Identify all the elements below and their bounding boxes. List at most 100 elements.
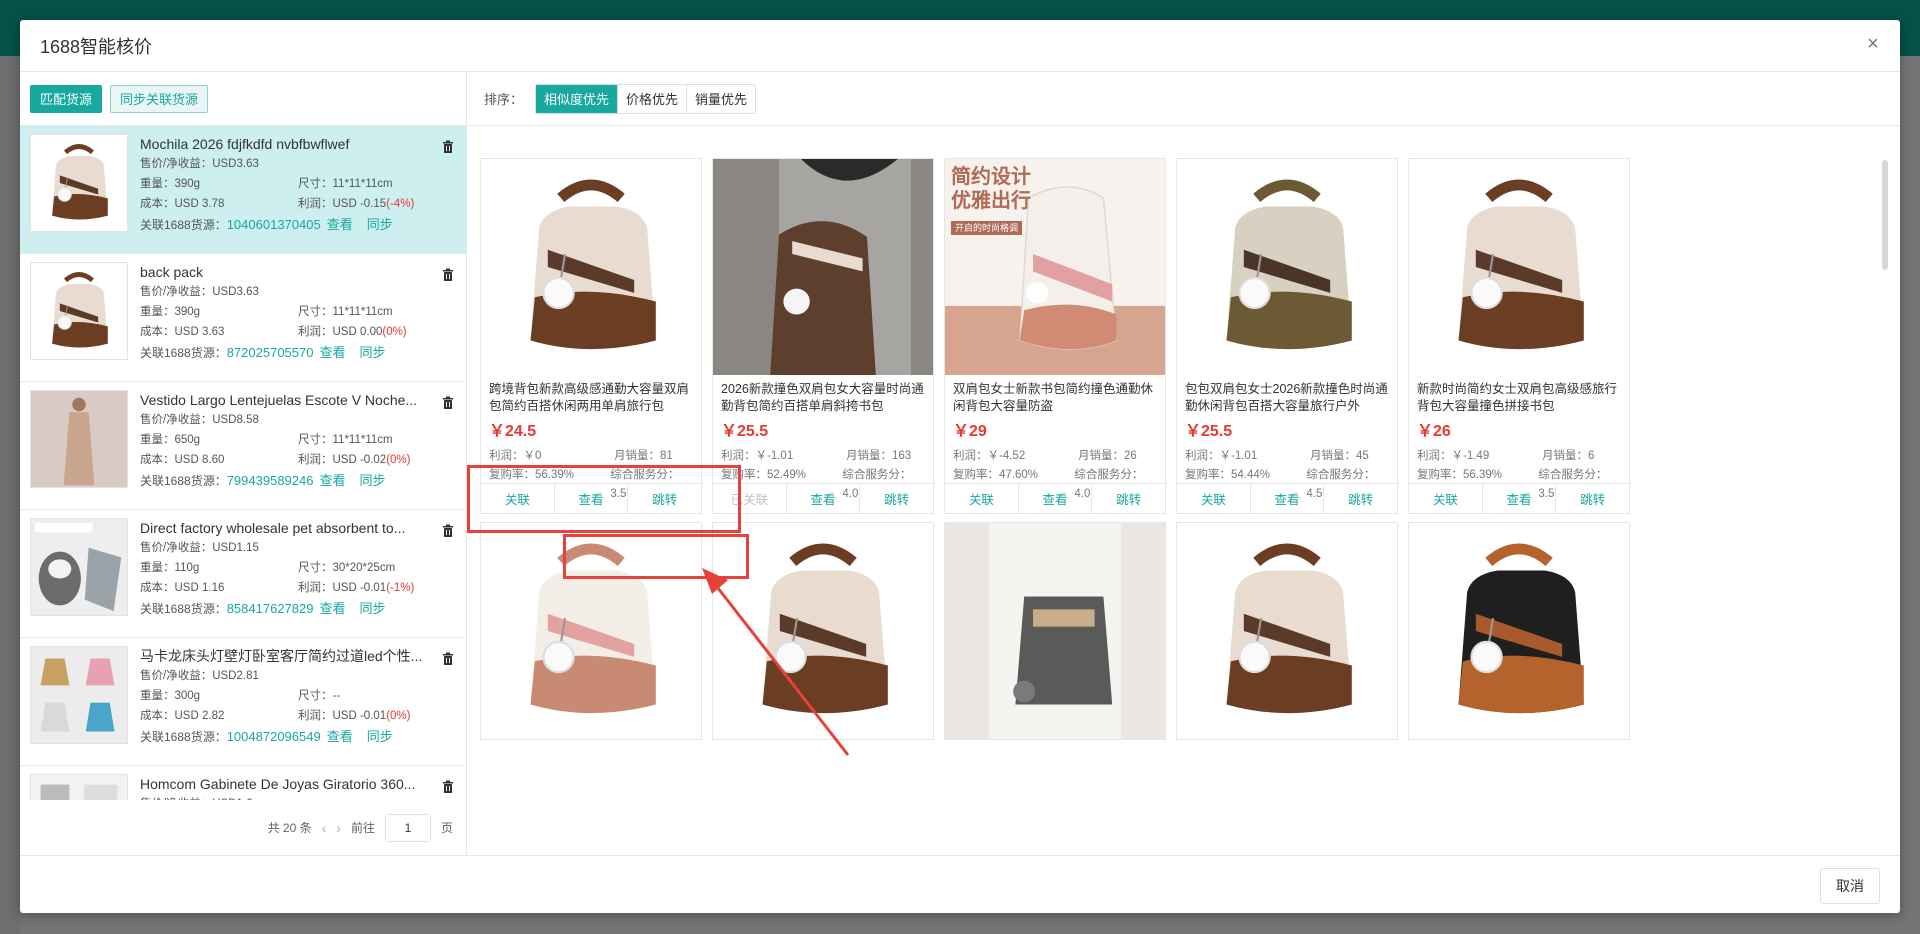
- source-card[interactable]: 简约设计 优雅出行 开启的时尚格调 双肩包女士新款书包简约撞色通勤休闲背包大容量…: [944, 158, 1166, 514]
- card-image[interactable]: [713, 159, 933, 375]
- view-link[interactable]: 查看: [319, 473, 345, 488]
- product-title: Homcom Gabinete De Joyas Giratorio 360..…: [140, 776, 416, 792]
- card-image[interactable]: 简约设计 优雅出行 开启的时尚格调: [945, 159, 1165, 375]
- product-profit: 利润：USD -0.02(0%): [298, 450, 410, 470]
- product-cost-line: 成本：USD 3.78 利润：USD -0.15(-4%): [140, 194, 440, 214]
- product-profit-percent: (-1%): [386, 582, 415, 594]
- product-item[interactable]: 马卡龙床头灯壁灯卧室客厅简约过道led个性... 售价/净收益：USD2.81 …: [20, 638, 467, 766]
- sync-linked-source-button[interactable]: 同步关联货源: [110, 84, 209, 113]
- linked-source-label: 关联1688货源：: [140, 474, 227, 488]
- annotation-box-actions: [563, 534, 749, 579]
- product-item[interactable]: Direct factory wholesale pet absorbent t…: [20, 510, 467, 638]
- product-item[interactable]: back pack 售价/净收益：USD3.63 重量：390g 尺寸：11*11…: [20, 254, 467, 382]
- linked-source-label: 关联1688货源：: [140, 218, 227, 232]
- delete-icon[interactable]: [441, 780, 455, 794]
- cancel-button[interactable]: 取消: [1820, 868, 1880, 904]
- close-icon[interactable]: ×: [1862, 34, 1884, 56]
- product-price-line: 售价/净收益：USD8.58: [140, 410, 440, 430]
- source-card[interactable]: 新款时尚简约女士双肩包高级感旅行背包大容量撞色拼接书包 ￥26 利润：￥-1.4…: [1408, 158, 1630, 514]
- sort-price-button[interactable]: 价格优先: [618, 84, 688, 113]
- card-image[interactable]: [1409, 159, 1629, 375]
- card-stats: 利润：￥-4.52 月销量：26 复购率：47.60% 综合服务分：4.0: [953, 447, 1157, 504]
- page-number-input[interactable]: 1: [384, 813, 431, 842]
- view-link[interactable]: 查看: [319, 601, 345, 616]
- product-cost: 成本：USD 2.82: [140, 710, 225, 722]
- product-profit: 利润：USD -0.01(-1%): [298, 578, 414, 598]
- sync-link[interactable]: 同步: [367, 217, 393, 232]
- source-card[interactable]: [944, 522, 1166, 740]
- source-card[interactable]: 包包双肩包女士2026新款撞色时尚通勤休闲背包百搭大容量旅行户外 ￥25.5 利…: [1176, 158, 1398, 514]
- match-source-button[interactable]: 匹配货源: [30, 84, 103, 113]
- product-cost-line: 成本：USD 8.60 利润：USD -0.02(0%): [140, 450, 440, 470]
- product-title: back pack: [140, 264, 204, 280]
- card-price: ￥26: [1417, 423, 1451, 440]
- product-list: Mochila 2026 fdjfkdfd nvbfbwflwef 售价/净收益…: [20, 126, 467, 800]
- source-card[interactable]: 跨境背包新款高级感通勤大容量双肩包简约百搭休闲两用单肩旅行包 ￥24.5 利润：…: [480, 158, 702, 514]
- linked-source-id[interactable]: 872025705570: [227, 345, 314, 360]
- card-stats: 利润：￥-1.49 月销量：6 复购率：56.39% 综合服务分：3.5: [1417, 447, 1621, 504]
- annotation-box-stats: [467, 465, 741, 533]
- linked-source-id[interactable]: 858417627829: [227, 601, 314, 616]
- next-page-icon[interactable]: ›: [336, 820, 341, 836]
- product-size: 尺寸：11*11*11cm: [298, 306, 393, 318]
- product-profit-value: 利润：USD -0.15: [298, 198, 387, 210]
- linked-source-label: 关联1688货源：: [140, 730, 227, 744]
- card-profit: 利润：￥0: [489, 450, 542, 462]
- delete-icon[interactable]: [441, 396, 455, 410]
- card-profit: 利润：￥-1.49: [1417, 450, 1490, 462]
- delete-icon[interactable]: [441, 268, 455, 282]
- sort-sales-button[interactable]: 销量优先: [687, 84, 756, 113]
- sync-link[interactable]: 同步: [359, 473, 385, 488]
- card-image[interactable]: [945, 523, 1165, 739]
- linked-source-id[interactable]: 1040601370405: [227, 217, 321, 232]
- product-info: Vestido Largo Lentejuelas Escote V Noche…: [140, 390, 440, 501]
- source-panel: 排序： 相似度优先 价格优先 销量优先 跨境背包新款高级感通勤大容量双肩包简约百…: [467, 72, 1900, 855]
- product-item[interactable]: Vestido Largo Lentejuelas Escote V Noche…: [20, 382, 467, 510]
- view-link[interactable]: 查看: [327, 729, 353, 744]
- product-price: 售价/净收益：USD1.15: [140, 542, 259, 554]
- product-item[interactable]: Mochila 2026 fdjfkdfd nvbfbwflwef 售价/净收益…: [20, 126, 467, 254]
- product-cost-line: 成本：USD 1.16 利润：USD -0.01(-1%): [140, 578, 440, 598]
- card-monthly-sales: 月销量：81: [614, 450, 673, 462]
- card-image[interactable]: [481, 159, 701, 375]
- prev-page-icon[interactable]: ‹: [322, 820, 327, 836]
- source-card[interactable]: [1408, 522, 1630, 740]
- product-title: Direct factory wholesale pet absorbent t…: [140, 520, 406, 536]
- product-weight-line: 重量：300g 尺寸：--: [140, 686, 440, 706]
- view-link[interactable]: 查看: [319, 345, 345, 360]
- product-price-line: 售价/净收益：USD3.63: [140, 154, 440, 174]
- card-image[interactable]: [1177, 523, 1397, 739]
- sort-similarity-button[interactable]: 相似度优先: [536, 84, 619, 113]
- view-link[interactable]: 查看: [327, 217, 353, 232]
- card-image[interactable]: [1177, 159, 1397, 375]
- delete-icon[interactable]: [441, 652, 455, 666]
- product-profit-value: 利润：USD -0.02: [298, 454, 387, 466]
- delete-icon[interactable]: [441, 140, 455, 154]
- source-card[interactable]: 2026新款撞色双肩包女大容量时尚通勤背包简约百搭单肩斜挎书包 ￥25.5 利润…: [712, 158, 934, 514]
- product-profit-percent: (0%): [386, 710, 411, 722]
- linked-source-id[interactable]: 1004872096549: [227, 729, 321, 744]
- card-stats: 利润：￥-1.01 月销量：163 复购率：52.49% 综合服务分：4.0: [721, 447, 925, 504]
- sync-link[interactable]: 同步: [359, 601, 385, 616]
- card-repurchase-rate: 复购率：47.60%: [953, 469, 1039, 481]
- card-monthly-sales: 月销量：163: [846, 450, 912, 462]
- card-title: 新款时尚简约女士双肩包高级感旅行背包大容量撞色拼接书包: [1417, 382, 1618, 413]
- linked-source-row: 关联1688货源：1004872096549 查看 同步: [140, 726, 440, 748]
- pagination-total: 共 20 条: [267, 821, 312, 835]
- card-image[interactable]: [1409, 523, 1629, 739]
- sync-link[interactable]: 同步: [359, 345, 385, 360]
- sync-link[interactable]: 同步: [367, 729, 393, 744]
- delete-icon[interactable]: [441, 524, 455, 538]
- linked-source-id[interactable]: 799439589246: [227, 473, 314, 488]
- grid-scrollbar[interactable]: [1882, 160, 1888, 270]
- card-title: 双肩包女士新款书包简约撞色通勤休闲背包大容量防盗: [953, 382, 1154, 413]
- product-weight: 重量：110g: [140, 562, 200, 574]
- product-profit: 利润：USD 0.00(0%): [298, 322, 407, 342]
- source-card[interactable]: [1176, 522, 1398, 740]
- product-weight-line: 重量：110g 尺寸：30*20*25cm: [140, 558, 440, 578]
- card-service-score: 综合服务分：3.5: [1538, 469, 1608, 500]
- product-item[interactable]: Homcom Gabinete De Joyas Giratorio 360..…: [20, 766, 467, 800]
- card-price: ￥25.5: [1185, 423, 1233, 440]
- product-profit-percent: (0%): [386, 454, 411, 466]
- dialog-title: 1688智能核价: [40, 36, 153, 57]
